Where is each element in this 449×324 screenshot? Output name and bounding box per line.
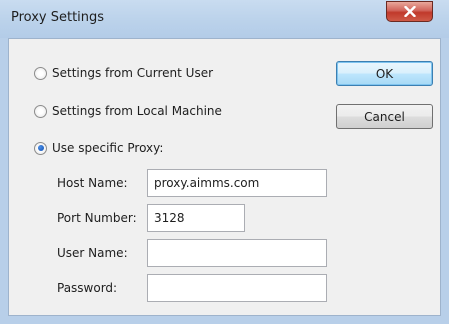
user-name-label: User Name: <box>57 246 128 260</box>
close-button[interactable] <box>386 1 433 22</box>
password-label: Password: <box>57 281 118 295</box>
user-name-input[interactable] <box>147 239 327 267</box>
host-name-input[interactable] <box>147 169 327 197</box>
proxy-settings-dialog: Proxy Settings Settings from Current Use… <box>0 0 449 324</box>
radio-button[interactable] <box>34 141 47 155</box>
radio-current-user[interactable]: Settings from Current User <box>34 64 213 82</box>
host-name-label: Host Name: <box>57 176 128 190</box>
port-number-label: Port Number: <box>57 211 137 225</box>
close-icon <box>403 6 416 17</box>
port-number-input[interactable] <box>147 204 245 232</box>
window-frame-bottom <box>0 316 449 324</box>
radio-specific-proxy[interactable]: Use specific Proxy: <box>34 139 163 157</box>
radio-local-machine[interactable]: Settings from Local Machine <box>34 102 222 120</box>
title-bar: Proxy Settings <box>0 0 449 39</box>
radio-label: Use specific Proxy: <box>52 141 164 155</box>
password-input[interactable] <box>147 274 327 302</box>
cancel-button[interactable]: Cancel <box>336 104 433 129</box>
window-frame-right <box>441 38 449 324</box>
radio-button[interactable] <box>34 66 47 80</box>
window-frame-left <box>0 38 8 324</box>
ok-button[interactable]: OK <box>336 61 433 86</box>
window-title: Proxy Settings <box>11 10 105 25</box>
radio-button[interactable] <box>34 104 47 118</box>
radio-label: Settings from Current User <box>52 66 214 80</box>
radio-label: Settings from Local Machine <box>52 104 222 118</box>
